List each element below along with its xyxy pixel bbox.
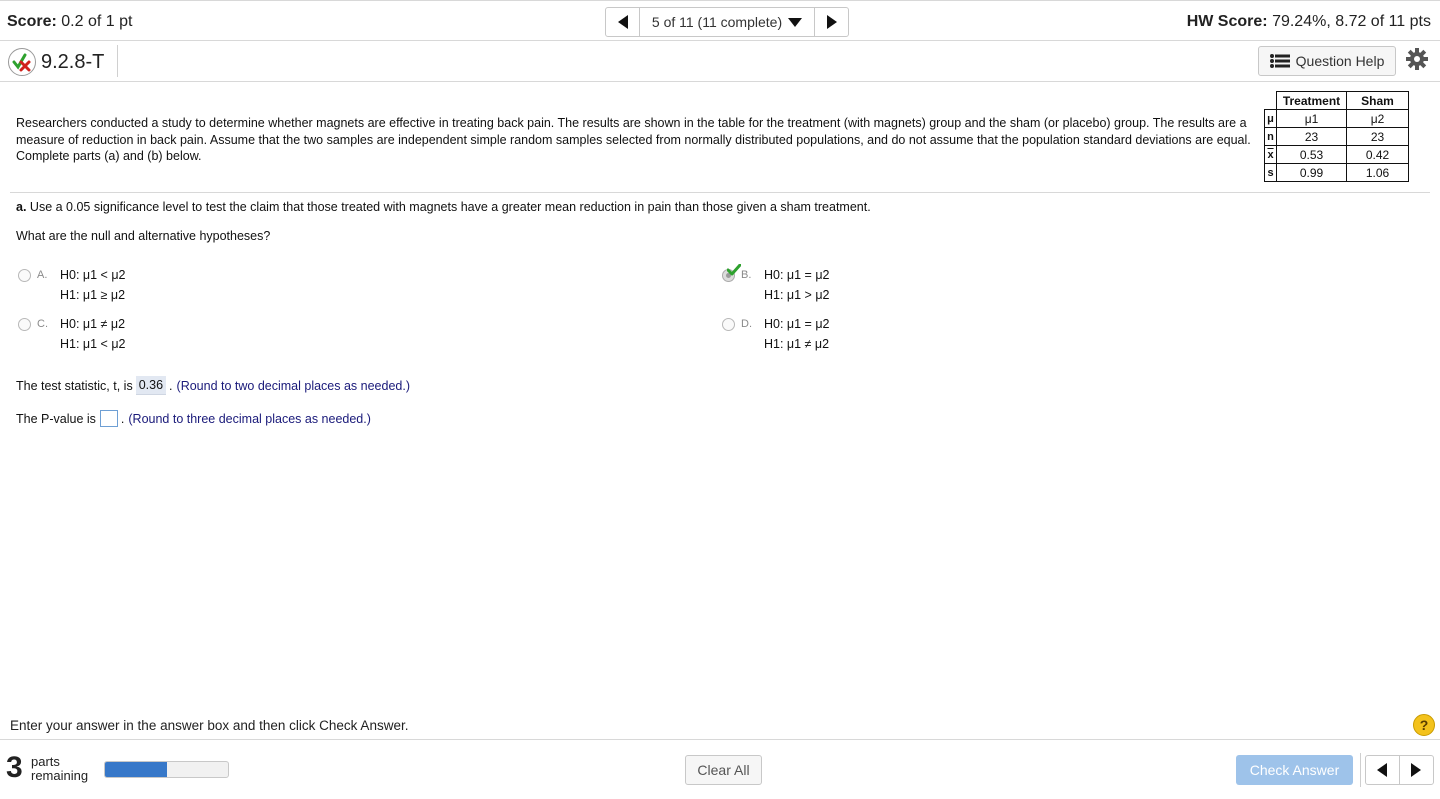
- hw-score-value: 79.24%, 8.72 of 11 pts: [1272, 13, 1431, 30]
- question-navigator: 5 of 11 (11 complete): [605, 7, 849, 37]
- score-value: 0.2 of 1 pt: [61, 13, 133, 30]
- section-divider: [10, 192, 1430, 193]
- part-a-text: Use a 0.05 significance level to test th…: [29, 200, 871, 214]
- option-h0: H0: μ1 = μ2: [764, 317, 830, 331]
- option-h1: H1: μ1 > μ2: [764, 288, 830, 302]
- radio-option-a[interactable]: [18, 269, 31, 282]
- clear-all-button[interactable]: Clear All: [685, 755, 762, 785]
- table-cell: 23: [1346, 127, 1409, 146]
- top-bar: Score: 0.2 of 1 pt 5 of 11 (11 complete)…: [0, 0, 1440, 41]
- footer-next-button[interactable]: [1400, 756, 1434, 784]
- score-label: Score:: [7, 13, 57, 30]
- hw-score-label: HW Score:: [1186, 13, 1268, 30]
- row-label: n: [1264, 127, 1277, 146]
- test-statistic-period: .: [169, 378, 173, 393]
- table-row: μ μ1 μ2: [1264, 109, 1409, 128]
- arrow-right-icon: [826, 15, 837, 29]
- test-statistic-hint: (Round to two decimal places as needed.): [176, 378, 410, 393]
- question-position: 5 of 11 (11 complete): [651, 14, 783, 30]
- check-answer-button[interactable]: Check Answer: [1236, 755, 1353, 785]
- part-a-label: a.: [16, 200, 27, 214]
- option-h0: H0: μ1 < μ2: [60, 268, 126, 282]
- parts-remaining-label: parts remaining: [31, 755, 88, 783]
- p-value-hint: (Round to three decimal places as needed…: [128, 411, 371, 426]
- partial-credit-icon: [8, 48, 36, 76]
- table-cell: μ1: [1276, 109, 1347, 128]
- row-label: s: [1264, 163, 1277, 182]
- p-value-input[interactable]: [99, 410, 118, 427]
- question-intro: Researchers conducted a study to determi…: [16, 116, 1251, 163]
- option-h1: H1: μ1 ≥ μ2: [60, 288, 126, 302]
- list-icon: [1269, 54, 1290, 68]
- part-a-prompt: a. Use a 0.05 significance level to test…: [16, 200, 871, 214]
- option-d[interactable]: D. H0: μ1 = μ2 H1: μ1 ≠ μ2: [722, 317, 1022, 357]
- footer-divider: [0, 739, 1440, 740]
- question-selector-dropdown[interactable]: 5 of 11 (11 complete): [640, 8, 814, 36]
- question-help-button[interactable]: Question Help: [1258, 46, 1396, 76]
- remaining-label: remaining: [31, 768, 89, 783]
- table-cell: 0.42: [1346, 145, 1409, 164]
- answer-instruction: Enter your answer in the answer box and …: [10, 718, 409, 733]
- progress-fill: [105, 762, 167, 777]
- arrow-left-icon: [1377, 763, 1388, 777]
- question-header: 9.2.8-T Question Help: [0, 41, 1440, 82]
- table-header-sham: Sham: [1346, 91, 1409, 110]
- test-statistic-line: The test statistic, t, is 0.36 . (Round …: [16, 376, 410, 395]
- dropdown-arrow-icon: [788, 17, 803, 27]
- test-statistic-answer[interactable]: 0.36: [135, 376, 167, 395]
- option-a[interactable]: A. H0: μ1 < μ2 H1: μ1 ≥ μ2: [18, 268, 318, 308]
- option-h1: H1: μ1 ≠ μ2: [764, 337, 830, 351]
- question-help-label: Question Help: [1295, 53, 1385, 69]
- question-help-icon[interactable]: ?: [1413, 714, 1435, 736]
- next-question-button[interactable]: [814, 8, 848, 36]
- arrow-right-icon: [1411, 763, 1422, 777]
- option-h0: H0: μ1 ≠ μ2: [60, 317, 126, 331]
- table-row: n 23 23: [1264, 127, 1409, 146]
- question-id-box: 9.2.8-T: [4, 45, 118, 77]
- footer-separator: [1360, 753, 1361, 787]
- table-row: x 0.53 0.42: [1264, 145, 1409, 164]
- table-cell: 0.53: [1276, 145, 1347, 164]
- option-h0: H0: μ1 = μ2: [764, 268, 830, 282]
- hw-score: HW Score: 79.24%, 8.72 of 11 pts: [1187, 13, 1431, 31]
- table-header-treatment: Treatment: [1276, 91, 1347, 110]
- table-cell: μ2: [1346, 109, 1409, 128]
- option-letter: C.: [37, 318, 48, 330]
- hypotheses-question: What are the null and alternative hypoth…: [16, 229, 271, 243]
- row-label: x: [1264, 145, 1277, 164]
- footer-previous-button[interactable]: [1366, 756, 1400, 784]
- data-table: Treatment Sham μ μ1 μ2 n 23 23 x 0.53 0.…: [1264, 91, 1409, 182]
- parts-remaining-count: 3: [6, 751, 23, 784]
- table-row: s 0.99 1.06: [1264, 163, 1409, 182]
- option-letter: A.: [37, 269, 48, 281]
- table-cell: 23: [1276, 127, 1347, 146]
- parts-label: parts: [31, 754, 60, 769]
- arrow-left-icon: [617, 15, 628, 29]
- footer-navigator: [1365, 755, 1434, 785]
- progress-bar: [104, 761, 229, 778]
- p-value-period: .: [120, 411, 125, 426]
- table-cell: 0.99: [1276, 163, 1347, 182]
- option-letter: B.: [741, 269, 752, 281]
- row-label: μ: [1264, 109, 1277, 128]
- question-id: 9.2.8-T: [41, 51, 105, 73]
- radio-option-d[interactable]: [722, 318, 735, 331]
- option-h1: H1: μ1 < μ2: [60, 337, 126, 351]
- item-score: Score: 0.2 of 1 pt: [7, 13, 132, 31]
- gear-icon[interactable]: [1405, 47, 1429, 71]
- option-c[interactable]: C. H0: μ1 ≠ μ2 H1: μ1 < μ2: [18, 317, 318, 357]
- option-letter: D.: [741, 318, 752, 330]
- table-cell: 1.06: [1346, 163, 1409, 182]
- option-b[interactable]: B. H0: μ1 = μ2 H1: μ1 > μ2: [722, 264, 1022, 308]
- test-statistic-prefix: The test statistic, t, is: [16, 378, 133, 393]
- p-value-line: The P-value is . (Round to three decimal…: [16, 410, 371, 427]
- checkmark-icon: [727, 264, 741, 276]
- previous-question-button[interactable]: [606, 8, 640, 36]
- p-value-prefix: The P-value is: [16, 411, 96, 426]
- radio-option-c[interactable]: [18, 318, 31, 331]
